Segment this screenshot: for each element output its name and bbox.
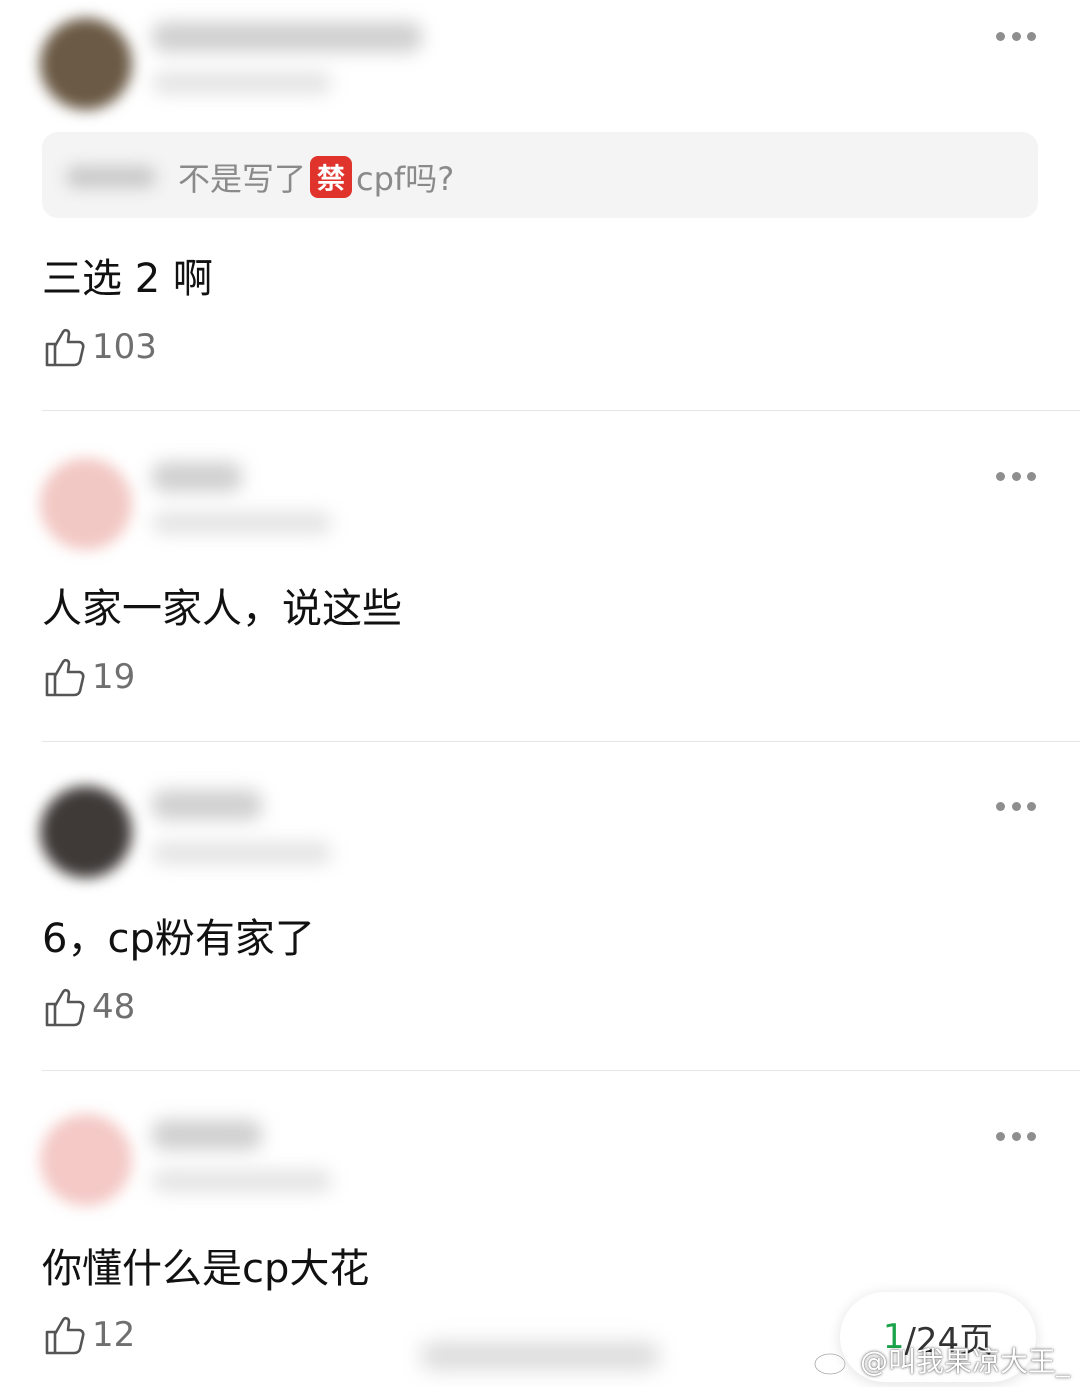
thumbs-up-icon xyxy=(45,658,85,697)
quoted-reply[interactable]: 不是写了 禁 cpf吗? xyxy=(42,132,1038,218)
like-button[interactable]: 48 xyxy=(44,984,135,1030)
thumbs-up-icon xyxy=(45,328,85,367)
quoted-username-blurred xyxy=(66,166,156,188)
more-dots-icon[interactable] xyxy=(996,1130,1036,1142)
thumbs-up-icon xyxy=(45,1316,85,1355)
blurred-bottom-bar xyxy=(420,1342,660,1370)
more-dots-icon[interactable] xyxy=(996,470,1036,482)
like-count: 12 xyxy=(92,1315,136,1355)
username-blurred[interactable] xyxy=(152,790,262,820)
avatar[interactable] xyxy=(40,1114,132,1206)
username-blurred[interactable] xyxy=(152,462,242,492)
like-count: 103 xyxy=(92,327,157,367)
thumbs-up-icon xyxy=(45,988,85,1027)
quoted-text-after: cpf吗? xyxy=(356,160,455,198)
like-count: 19 xyxy=(92,657,136,697)
divider xyxy=(42,410,1080,411)
ban-emoji-icon: 禁 xyxy=(310,156,353,198)
like-button[interactable]: 12 xyxy=(44,1312,135,1358)
more-dots-icon[interactable] xyxy=(996,800,1036,812)
comment-text: 6，cp粉有家了 xyxy=(42,916,315,962)
comment-meta-blurred xyxy=(152,512,332,534)
comment-text: 人家一家人，说这些 xyxy=(42,586,402,632)
like-button[interactable]: 103 xyxy=(44,324,157,370)
quoted-text-before: 不是写了 xyxy=(178,160,307,198)
username-blurred[interactable] xyxy=(152,22,422,52)
comment-text: 你懂什么是cp大花 xyxy=(42,1246,370,1292)
avatar[interactable] xyxy=(40,458,132,550)
username-blurred[interactable] xyxy=(152,1120,262,1150)
like-button[interactable]: 19 xyxy=(44,654,135,700)
comment-meta-blurred xyxy=(152,842,332,864)
divider xyxy=(42,741,1080,742)
watermark: @叫我果凉大王_ xyxy=(812,1340,1070,1380)
avatar[interactable] xyxy=(40,18,132,110)
quoted-text: 不是写了 禁 cpf吗? xyxy=(178,154,454,200)
divider xyxy=(42,1070,1080,1071)
comment-meta-blurred xyxy=(152,72,332,94)
avatar[interactable] xyxy=(40,786,132,878)
more-dots-icon[interactable] xyxy=(996,30,1036,42)
weibo-logo-icon xyxy=(813,1346,856,1376)
comment-text: 三选 2 啊 xyxy=(42,256,213,302)
watermark-handle: @叫我果凉大王_ xyxy=(859,1345,1070,1378)
like-count: 48 xyxy=(92,987,136,1027)
comment-meta-blurred xyxy=(152,1170,332,1192)
